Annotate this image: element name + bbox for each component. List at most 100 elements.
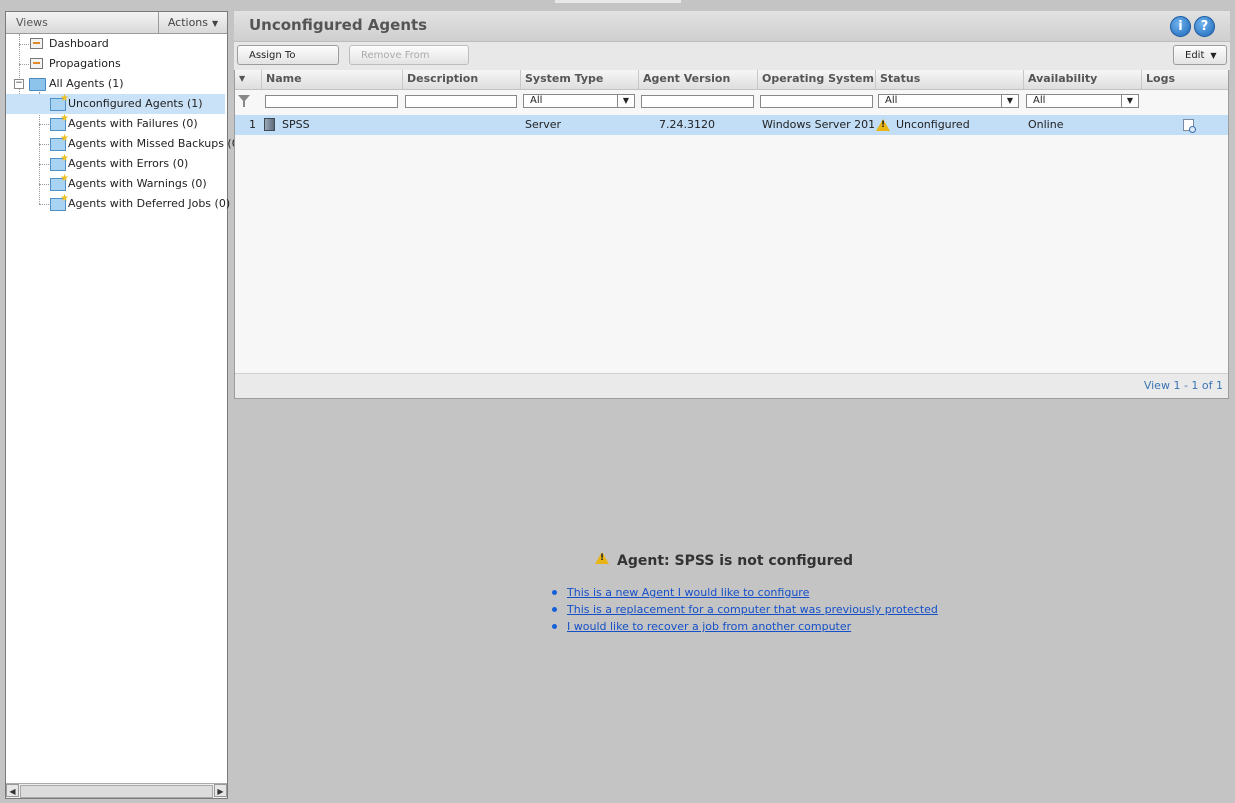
grid-footer: View 1 - 1 of 1 [235,373,1228,398]
view-log-icon[interactable] [1183,119,1196,133]
list-item: This is a new Agent I would like to conf… [549,584,938,601]
tree-item-label: Propagations [49,57,121,70]
column-header-availability[interactable]: Availability [1024,70,1142,89]
agent-version-filter-input[interactable] [641,95,754,108]
column-menu-icon[interactable]: ▼ [235,70,262,89]
scrollbar-thumb[interactable] [20,785,213,798]
table-row[interactable]: 1 SPSS Server 7.24.3120 Windows Server 2… [235,115,1228,135]
column-header-operating-system[interactable]: Operating System [758,70,876,89]
cell-operating-system: Windows Server 2012 I [762,118,874,131]
tree-item-agents-with-deferred-jobs[interactable]: ★ Agents with Deferred Jobs (0) [6,194,230,214]
column-header-agent-version[interactable]: Agent Version [639,70,758,89]
tree-item-label: Agents with Errors (0) [68,157,189,170]
tree-item-agents-with-missed-backups[interactable]: ★ Agents with Missed Backups (0) [6,134,243,154]
caret-down-icon: ▼ [1210,51,1217,60]
detail-title: Agent: SPSS is not configured [595,552,854,569]
name-filter-input[interactable] [265,95,398,108]
system-type-filter-select[interactable]: All ▼ [523,94,635,108]
horizontal-scrollbar[interactable]: ◀ ▶ [6,783,227,798]
cell-availability: Online [1028,118,1064,131]
column-header-system-type[interactable]: System Type [521,70,639,89]
tree-item-unconfigured-agents[interactable]: ★ Unconfigured Agents (1) [6,94,225,114]
agent-folder-icon: ★ [50,174,69,191]
collapse-toggle-icon[interactable]: − [14,79,24,89]
replacement-computer-link[interactable]: This is a replacement for a computer tha… [567,603,938,616]
tree-item-label: Agents with Warnings (0) [68,177,207,190]
agent-folder-icon: ★ [50,134,69,151]
dashboard-icon [30,38,43,49]
recover-job-link[interactable]: I would like to recover a job from anoth… [567,620,851,633]
warning-icon [876,119,890,131]
dropdown-arrow-icon: ▼ [1001,95,1018,107]
agent-folder-icon: ★ [50,194,69,211]
status-filter-select[interactable]: All ▼ [878,94,1019,108]
tree-item-label: Agents with Missed Backups (0) [68,137,244,150]
availability-filter-value: All [1033,95,1046,106]
cell-agent-version: 7.24.3120 [659,118,715,131]
tree-item-agents-with-failures[interactable]: ★ Agents with Failures (0) [6,114,225,134]
pager-info: View 1 - 1 of 1 [1143,379,1223,392]
column-header-description[interactable]: Description [403,70,521,89]
column-header-status[interactable]: Status [876,70,1024,89]
agent-folder-icon: ★ [50,94,69,111]
edit-menu-button[interactable]: Edit ▼ [1173,45,1227,65]
availability-filter-select[interactable]: All ▼ [1026,94,1139,108]
detail-title-text: Agent: SPSS is not configured [617,553,854,569]
cell-system-type: Server [525,118,562,131]
dropdown-arrow-icon: ▼ [1121,95,1138,107]
tree-item-agents-with-warnings[interactable]: ★ Agents with Warnings (0) [6,174,225,194]
tree-item-label: Unconfigured Agents (1) [68,97,203,110]
help-icon[interactable]: ? [1194,16,1215,37]
views-panel: Views Actions ▼ Dashboard Propagations − … [5,11,243,799]
configure-new-agent-link[interactable]: This is a new Agent I would like to conf… [567,586,809,599]
dashboard-icon [30,58,43,69]
description-filter-input[interactable] [405,95,517,108]
cell-status: Unconfigured [896,118,970,131]
tree-item-propagations[interactable]: Propagations [6,54,225,74]
agents-grid: ▼ Name Description System Type Agent Ver… [234,70,1229,399]
remove-from-group-button[interactable]: Remove From Group [349,45,469,81]
tree-item-label: Dashboard [49,37,109,50]
dropdown-arrow-icon: ▼ [617,95,634,107]
page-title: Unconfigured Agents [249,16,428,34]
folder-open-icon [29,78,46,91]
list-item: This is a replacement for a computer tha… [549,601,938,618]
info-icon[interactable]: i [1170,16,1191,37]
views-title: Views [16,16,48,29]
system-type-filter-value: All [530,95,543,106]
views-header: Views Actions ▼ [6,12,227,34]
column-header-name[interactable]: Name [262,70,403,89]
filter-icon[interactable] [238,95,250,107]
warning-icon [595,552,609,564]
grid-toolbar: Assign To Group Remove From Group Edit ▼ [234,41,1230,81]
tree-item-all-agents[interactable]: − All Agents (1) [6,74,225,94]
caret-down-icon: ▼ [212,19,219,28]
grid-header-row: ▼ Name Description System Type Agent Ver… [235,70,1228,90]
status-filter-value: All [885,95,898,106]
bullet-icon [552,607,557,612]
top-tab-strip [555,0,681,3]
edit-label: Edit [1185,50,1205,61]
tree-item-label: Agents with Failures (0) [68,117,198,130]
tree-item-label: Agents with Deferred Jobs (0) [68,197,231,210]
configure-options-list: This is a new Agent I would like to conf… [549,584,938,635]
assign-to-group-button[interactable]: Assign To Group [237,45,339,81]
column-header-logs[interactable]: Logs [1142,70,1228,89]
tree-item-label: All Agents (1) [49,77,124,90]
bullet-icon [552,624,557,629]
tree-item-dashboard[interactable]: Dashboard [6,34,225,54]
scroll-left-icon[interactable]: ◀ [6,784,19,797]
row-number: 1 [249,118,256,131]
scroll-right-icon[interactable]: ▶ [214,784,227,797]
list-item: I would like to recover a job from anoth… [549,618,938,635]
actions-menu-button[interactable]: Actions ▼ [158,12,227,33]
operating-system-filter-input[interactable] [760,95,873,108]
tree-item-agents-with-errors[interactable]: ★ Agents with Errors (0) [6,154,225,174]
agent-folder-icon: ★ [50,114,69,131]
bullet-icon [552,590,557,595]
server-icon [264,118,275,131]
filter-row: All ▼ All ▼ All ▼ [235,90,1228,114]
cell-name: SPSS [282,118,310,131]
agent-folder-icon: ★ [50,154,69,171]
actions-label: Actions [167,16,209,29]
